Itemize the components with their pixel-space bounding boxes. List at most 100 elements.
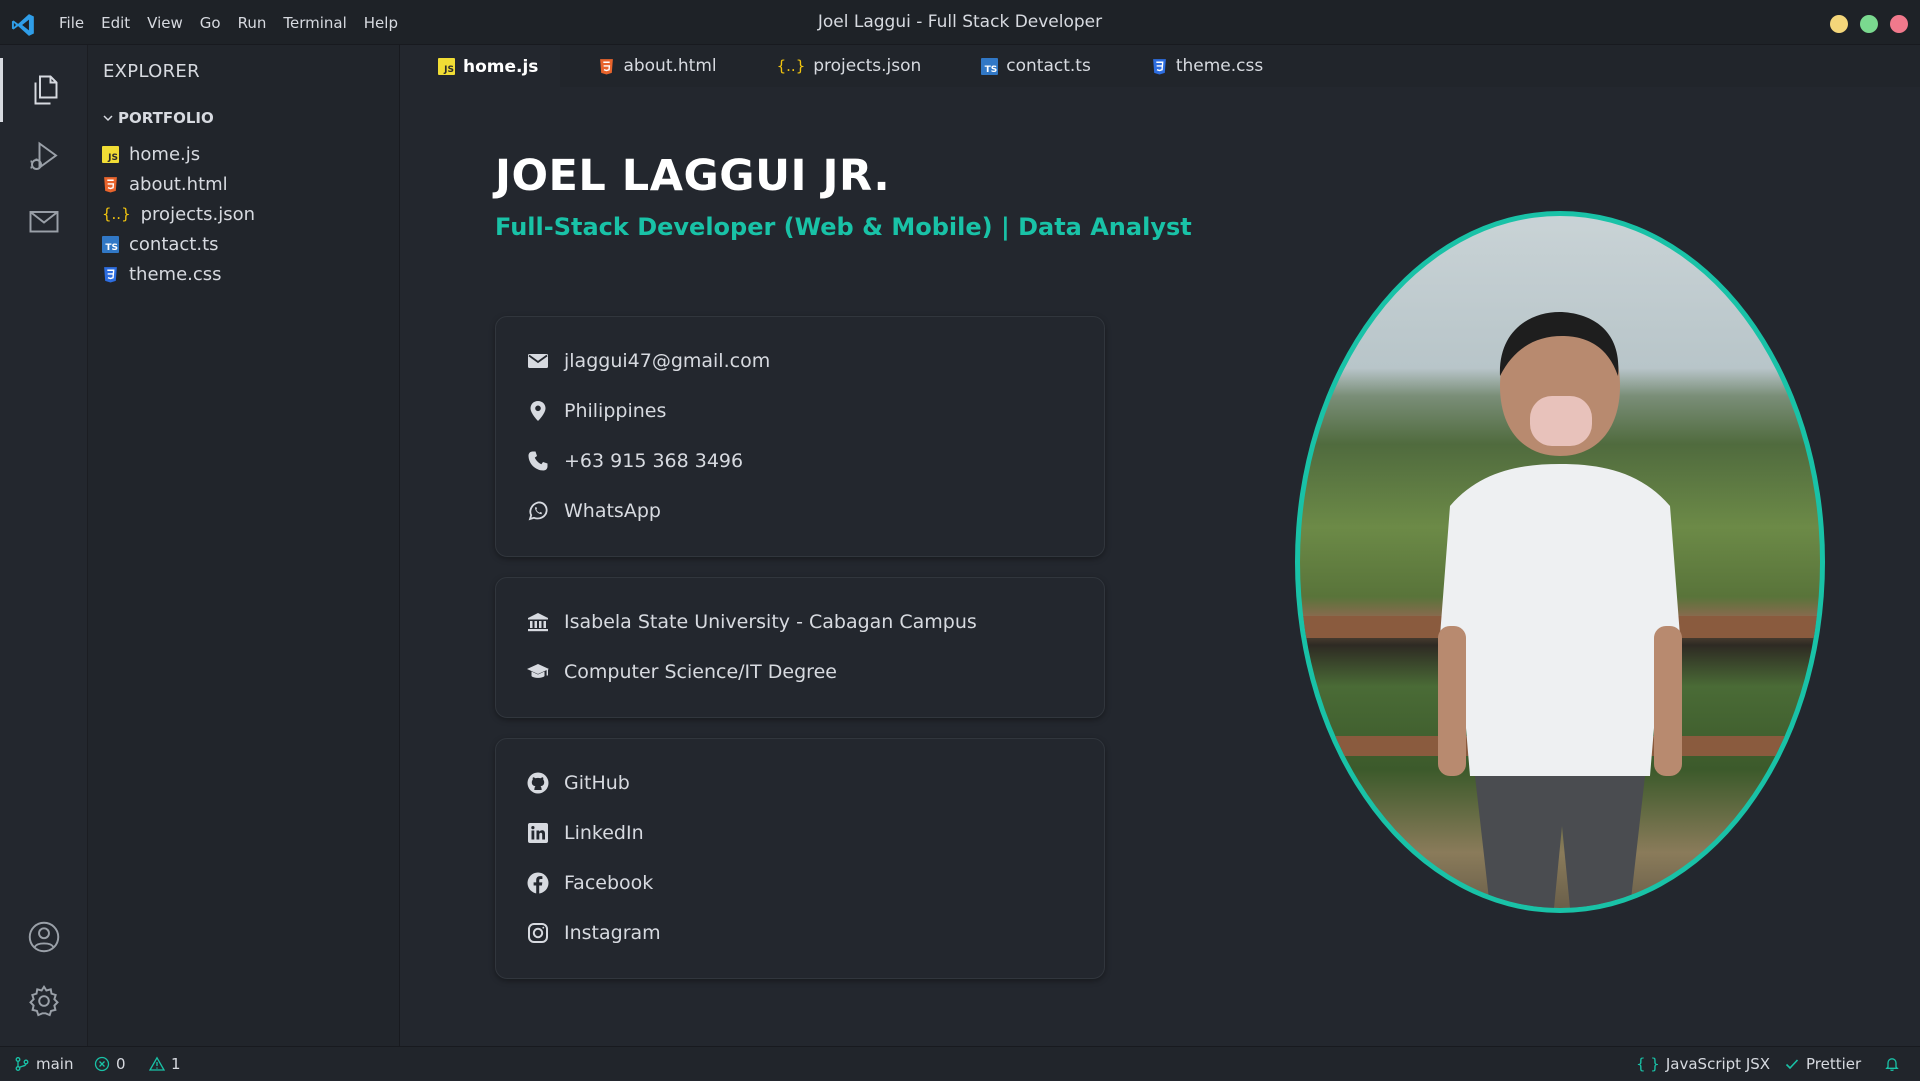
github-link[interactable]: GitHub (526, 771, 630, 795)
git-branch-icon (15, 1057, 29, 1071)
facebook-link[interactable]: Facebook (526, 871, 653, 895)
activity-bar (0, 45, 88, 1046)
account-icon (28, 921, 60, 953)
profile-photo-illustration (1300, 311, 1820, 908)
linkedin-link[interactable]: LinkedIn (526, 821, 644, 845)
location-row: Philippines (526, 399, 666, 423)
warnings-status[interactable]: 1 (149, 1047, 181, 1081)
run-debug-icon (30, 141, 58, 170)
warning-icon (149, 1056, 165, 1071)
school-text: Isabela State University - Cabagan Campu… (564, 611, 977, 633)
file-tree: JS home.js about.html {..} projects.json… (102, 139, 255, 289)
window-title: Joel Laggui - Full Stack Developer (817, 12, 1103, 32)
degree-row: Computer Science/IT Degree (526, 660, 837, 684)
phone-text: +63 915 368 3496 (564, 450, 744, 472)
css-file-icon (1152, 58, 1166, 74)
html-file-icon (600, 58, 614, 74)
phone-icon (528, 451, 548, 471)
tree-file-projects-json[interactable]: {..} projects.json (102, 199, 255, 229)
file-label: projects.json (140, 203, 255, 225)
degree-text: Computer Science/IT Degree (564, 661, 837, 683)
location-text: Philippines (564, 400, 667, 422)
tab-label: theme.css (1175, 56, 1264, 76)
email-row[interactable]: jlaggui47@gmail.com (526, 349, 770, 373)
linkedin-icon (528, 823, 548, 843)
facebook-text: Facebook (564, 872, 654, 894)
prettier-status[interactable]: Prettier (1784, 1047, 1861, 1081)
check-icon (1785, 1059, 1799, 1070)
email-text: jlaggui47@gmail.com (564, 350, 771, 372)
tree-file-about-html[interactable]: about.html (102, 169, 255, 199)
linkedin-text: LinkedIn (564, 822, 644, 844)
language-mode[interactable]: { } JavaScript JSX (1636, 1047, 1770, 1081)
contact-card: jlaggui47@gmail.com Philippines +63 915 … (495, 316, 1105, 557)
branch-status[interactable]: main (14, 1047, 73, 1081)
tab-projects-json[interactable]: {..} projects.json (739, 45, 944, 87)
tab-label: projects.json (813, 56, 922, 76)
js-file-icon: JS (102, 145, 119, 163)
email-icon (528, 354, 548, 368)
run-debug-activity[interactable] (0, 125, 88, 189)
js-file-icon: JS (438, 58, 455, 75)
settings-activity[interactable] (0, 969, 88, 1033)
whatsapp-icon (528, 501, 548, 521)
explorer-activity[interactable] (0, 58, 88, 122)
folder-label: PORTFOLIO (118, 109, 214, 127)
file-label: home.js (129, 143, 201, 165)
tab-label: about.html (623, 56, 717, 76)
mail-activity[interactable] (0, 189, 88, 253)
tree-file-contact-ts[interactable]: TS contact.ts (102, 229, 255, 259)
graduation-cap-icon (527, 664, 549, 678)
language-label: JavaScript JSX (1665, 1055, 1771, 1073)
prettier-label: Prettier (1806, 1055, 1862, 1073)
file-label: contact.ts (129, 233, 219, 255)
tree-file-theme-css[interactable]: theme.css (102, 259, 255, 289)
html-file-icon (104, 176, 117, 192)
school-row: Isabela State University - Cabagan Campu… (526, 610, 977, 634)
phone-row[interactable]: +63 915 368 3496 (526, 449, 743, 473)
files-icon (34, 75, 57, 105)
bell-icon (1885, 1058, 1899, 1071)
github-icon (527, 772, 549, 794)
warnings-count: 1 (171, 1055, 181, 1073)
tab-about-html[interactable]: about.html (560, 45, 738, 87)
notifications-button[interactable] (1884, 1047, 1900, 1081)
instagram-text: Instagram (564, 922, 661, 944)
explorer-sidebar: EXPLORER PORTFOLIO JS home.js about.html… (88, 45, 400, 1046)
window-controls (1830, 15, 1908, 33)
branch-name: main (36, 1055, 74, 1073)
tab-label: contact.ts (1006, 56, 1091, 76)
folder-portfolio[interactable]: PORTFOLIO (102, 109, 214, 127)
json-file-icon: {..} (776, 57, 806, 75)
ts-file-icon: TS (102, 235, 119, 253)
editor-tabs: JS home.js about.html {..} projects.json… (400, 45, 1920, 87)
json-file-icon: {..} (102, 205, 131, 223)
profile-role: Full-Stack Developer (Web & Mobile) | Da… (495, 213, 1192, 241)
tree-file-home-js[interactable]: JS home.js (102, 139, 255, 169)
braces-icon: { } (1636, 1055, 1660, 1073)
gear-icon (29, 984, 59, 1017)
profile-name: JOEL LAGGUI JR. (495, 151, 891, 201)
location-pin-icon (530, 401, 546, 421)
tab-theme-css[interactable]: theme.css (1113, 45, 1285, 87)
whatsapp-text: WhatsApp (564, 500, 661, 522)
instagram-icon (528, 923, 548, 943)
errors-count: 0 (116, 1055, 126, 1073)
file-label: about.html (129, 173, 228, 195)
maximize-button[interactable] (1860, 15, 1878, 33)
tab-label: home.js (463, 56, 539, 77)
instagram-link[interactable]: Instagram (526, 921, 661, 945)
title-bar: File Edit View Go Run Terminal Help Joel… (0, 0, 1920, 45)
account-activity[interactable] (0, 905, 88, 969)
close-button[interactable] (1890, 15, 1908, 33)
minimize-button[interactable] (1830, 15, 1848, 33)
mail-icon (29, 211, 59, 233)
ts-file-icon: TS (981, 57, 999, 75)
facebook-icon (527, 872, 549, 894)
whatsapp-row[interactable]: WhatsApp (526, 499, 661, 523)
tab-home-js[interactable]: JS home.js (400, 45, 561, 87)
css-file-icon (104, 266, 117, 282)
profile-photo (1295, 211, 1825, 913)
tab-contact-ts[interactable]: TS contact.ts (943, 45, 1113, 87)
errors-status[interactable]: 0 (94, 1047, 126, 1081)
